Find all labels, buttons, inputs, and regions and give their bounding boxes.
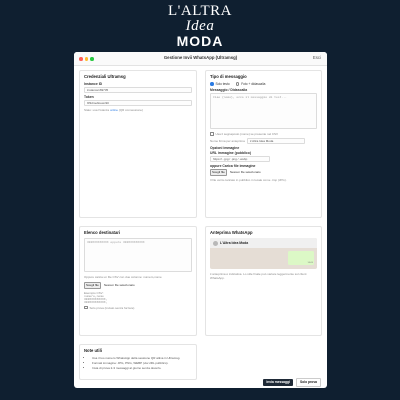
note-item: Usa il tuo numero WhatsApp della session… bbox=[92, 356, 192, 360]
hint-prefix: Stato: usa l'istanza bbox=[84, 108, 110, 112]
message-heading: Tipo di messaggio bbox=[210, 74, 247, 79]
message-bubble: 14:05 bbox=[288, 251, 314, 265]
brand-idea: Idea bbox=[185, 18, 215, 34]
preview-header: L'Altra Idea Moda bbox=[210, 238, 317, 248]
brand-moda: MODA bbox=[176, 33, 224, 49]
csv-file-button[interactable]: Scegli file bbox=[84, 282, 101, 289]
recipients-card: Elenco destinatari 393XXXXXXXXX oppure 3… bbox=[79, 226, 197, 336]
bubble-time: 14:05 bbox=[307, 262, 313, 264]
test-check-row[interactable]: Solo prova (inviato senza forzare) bbox=[84, 306, 192, 310]
radio-text[interactable] bbox=[210, 82, 214, 86]
notes-card: Note utili Usa il tuo numero WhatsApp de… bbox=[79, 344, 197, 380]
recipients-heading: Elenco destinatari bbox=[84, 230, 121, 235]
note-item: Formati immagine: JPG, PNG, WEBP (via UR… bbox=[92, 361, 192, 365]
radio-photo[interactable] bbox=[235, 82, 240, 86]
url-label: URL immagine (pubblico) bbox=[210, 151, 252, 155]
sender-label: Nome firma per anteprima bbox=[210, 139, 245, 143]
note-item: Invia di prova 2-3 messaggi al giorno se… bbox=[92, 366, 192, 370]
window-title: Gestione Invii WhatsApp (Ultramsg) bbox=[163, 55, 238, 60]
radio-text-label: Solo testo bbox=[215, 82, 230, 86]
brand-logo: L'ALTRA Idea MODA bbox=[0, 4, 400, 49]
example-line: 393XXXXXXXXX, bbox=[84, 300, 108, 304]
test-button[interactable]: Solo prova bbox=[295, 377, 321, 387]
app-window: Gestione Invii WhatsApp (Ultramsg) Esci … bbox=[74, 52, 327, 388]
send-button[interactable]: Invia messaggi bbox=[263, 378, 293, 386]
url-input[interactable]: https://...jpg / .png / .webp bbox=[210, 156, 270, 162]
notes-heading: Note utili bbox=[84, 348, 102, 353]
credentials-heading: Credenziali Ultramsg bbox=[84, 74, 126, 79]
upload-hint: Il file verrà caricato in pubblico in lo… bbox=[210, 177, 287, 182]
csv-checkbox[interactable] bbox=[210, 132, 214, 136]
csv-hint: Oppure carica un file CSV con due colonn… bbox=[84, 275, 162, 279]
test-checkbox[interactable] bbox=[84, 305, 88, 310]
brand-line1: L'ALTRA bbox=[168, 3, 232, 19]
radio-text-row[interactable]: Solo testo Foto + didascalia bbox=[210, 82, 317, 86]
image-options-label: Opzioni immagine bbox=[210, 146, 240, 150]
footer-actions: Invia messaggi Solo prova bbox=[74, 376, 327, 388]
upload-label: oppure Carica file immagine bbox=[210, 164, 256, 168]
csv-upload-row: Scegli file Nessun file selezionato bbox=[84, 282, 192, 289]
preview-contact-name: L'Altra Idea Moda bbox=[220, 241, 249, 245]
csv-check-row[interactable]: Usa il segnaposto {nome} se presente nel… bbox=[210, 132, 317, 136]
instance-label: Instance ID bbox=[84, 82, 103, 86]
avatar bbox=[213, 240, 218, 246]
preview-hint: L'anteprima è indicativa. Lo stile final… bbox=[210, 272, 307, 280]
exit-link[interactable]: Esci bbox=[313, 55, 321, 60]
recipients-textarea[interactable]: 393XXXXXXXXX oppure 393XXXXXXXXX bbox=[84, 238, 192, 272]
hint-suffix: (QR connessione) bbox=[118, 108, 143, 112]
image-file-button[interactable]: Scegli file bbox=[210, 169, 227, 176]
message-card: Tipo di messaggio Solo testo Foto + dida… bbox=[205, 70, 322, 218]
hint-link[interactable]: online bbox=[110, 108, 118, 112]
image-file-text: Nessun file selezionato bbox=[229, 170, 261, 175]
instance-input[interactable]: instance169735 bbox=[84, 87, 192, 93]
test-check-label: Solo prova (inviato senza forzare) bbox=[89, 305, 135, 310]
token-label: Token bbox=[84, 95, 94, 99]
token-input[interactable]: 9f3dme9ouwx9tl bbox=[84, 100, 192, 106]
titlebar: Gestione Invii WhatsApp (Ultramsg) Esci bbox=[74, 52, 327, 66]
preview-heading: Anteprima WhatsApp bbox=[210, 230, 253, 235]
sender-input[interactable]: L'Altra Idea Moda bbox=[246, 138, 305, 144]
csv-file-text: Nessun file selezionato bbox=[103, 283, 135, 288]
whatsapp-preview: L'Altra Idea Moda 14:05 bbox=[210, 238, 317, 269]
msg-label: Messaggio / Didascalia bbox=[210, 88, 248, 92]
radio-photo-label: Foto + didascalia bbox=[241, 82, 266, 86]
credentials-hint: Stato: usa l'istanza online (QR connessi… bbox=[84, 108, 192, 112]
sender-row: Nome firma per anteprima L'Altra Idea Mo… bbox=[210, 138, 317, 144]
preview-card: Anteprima WhatsApp L'Altra Idea Moda 14:… bbox=[205, 226, 322, 336]
upload-row: Scegli file Nessun file selezionato bbox=[210, 169, 317, 176]
credentials-card: Credenziali Ultramsg Instance ID instanc… bbox=[79, 70, 197, 218]
message-textarea[interactable]: Ciao {nome}, ecco il messaggio di test..… bbox=[210, 93, 317, 129]
csv-check-label: Usa il segnaposto {nome} se presente nel… bbox=[215, 132, 279, 136]
